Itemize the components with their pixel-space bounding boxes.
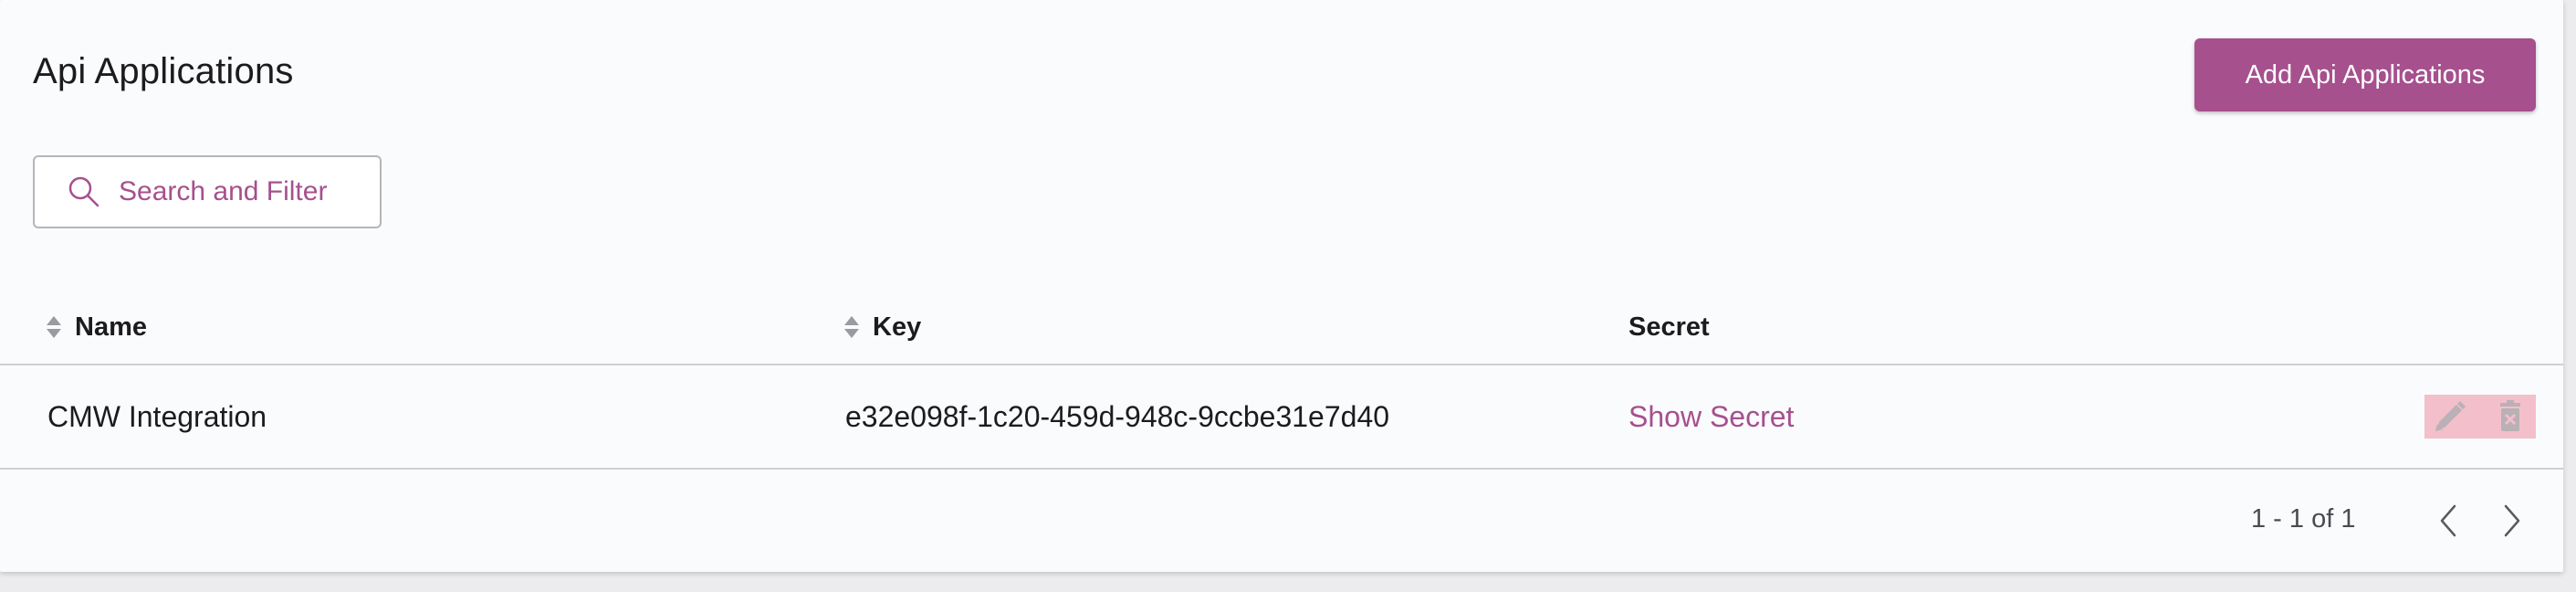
column-header-name[interactable]: Name [44, 309, 147, 345]
column-header-key[interactable]: Key [842, 309, 921, 345]
sort-icon[interactable] [842, 315, 862, 339]
trash-icon[interactable] [2490, 396, 2530, 437]
pagination-range: 1 - 1 of 1 [2251, 504, 2356, 534]
column-header-label: Secret [1628, 312, 1710, 342]
chevron-left-icon[interactable] [2428, 501, 2468, 541]
search-input[interactable] [117, 175, 358, 208]
table-row: CMW Integration e32e098f-1c20-459d-948c-… [0, 365, 2563, 470]
row-name-cell: CMW Integration [47, 399, 267, 433]
table-header: Name Key Secret [0, 291, 2563, 365]
show-secret-link[interactable]: Show Secret [1628, 365, 1794, 468]
pencil-icon[interactable] [2430, 396, 2470, 437]
row-key-cell: e32e098f-1c20-459d-948c-9ccbe31e7d40 [845, 399, 1390, 433]
pagination: 1 - 1 of 1 [0, 493, 2563, 548]
column-header-secret: Secret [1628, 309, 1710, 345]
search-box[interactable] [33, 155, 382, 228]
search-icon [66, 174, 102, 210]
add-api-applications-button[interactable]: Add Api Applications [2194, 38, 2536, 111]
page-title: Api Applications [33, 51, 294, 91]
column-header-label: Name [75, 312, 147, 342]
chevron-right-icon[interactable] [2492, 501, 2532, 541]
column-header-label: Key [873, 312, 922, 342]
api-applications-panel: Api Applications Add Api Applications Na… [0, 0, 2563, 572]
sort-icon[interactable] [44, 315, 64, 339]
row-actions [2424, 395, 2536, 439]
